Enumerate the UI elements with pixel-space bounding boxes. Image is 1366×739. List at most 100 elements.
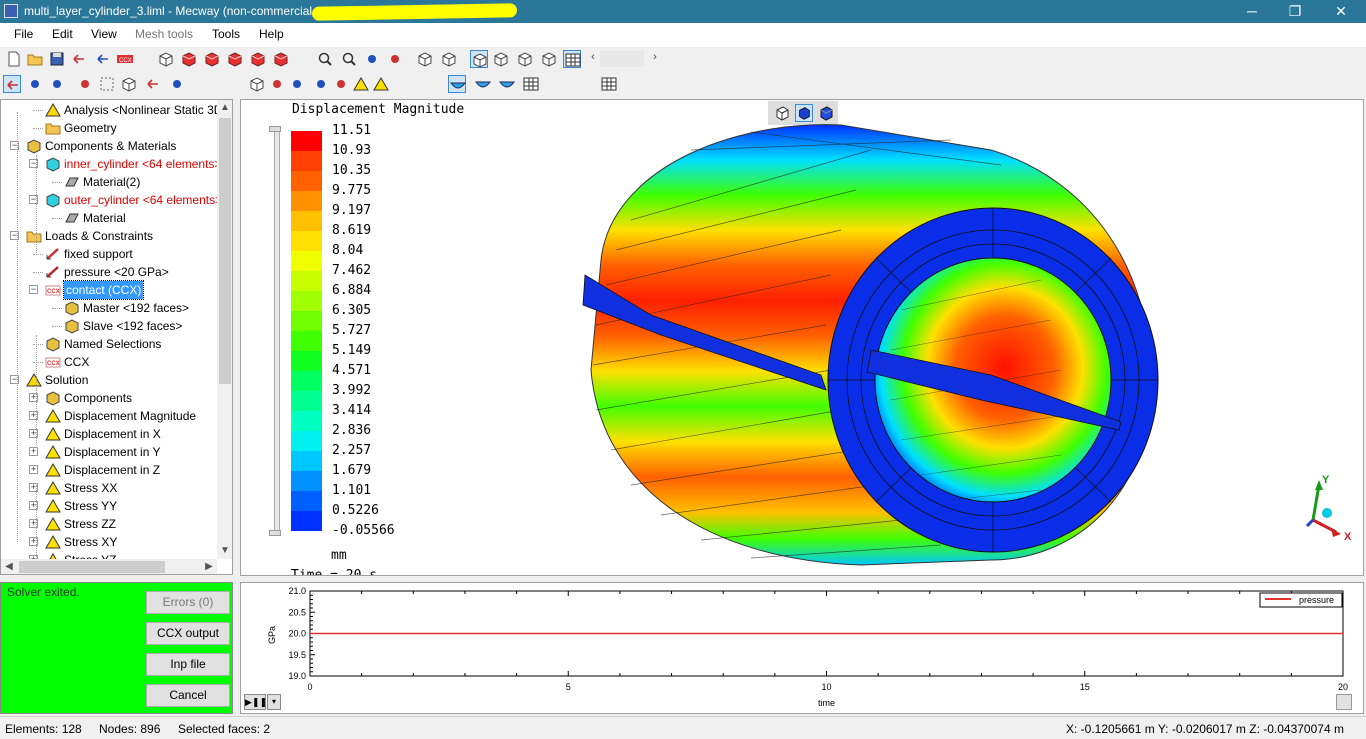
- zoom-icon[interactable]: [340, 50, 358, 68]
- measure-icon[interactable]: [332, 75, 350, 93]
- ccx-run-icon[interactable]: CCX: [116, 50, 134, 68]
- tree-item-label: Solution: [45, 373, 89, 387]
- menu-file[interactable]: File: [14, 27, 33, 41]
- folder-icon: [45, 120, 61, 136]
- view-left-icon[interactable]: [226, 50, 244, 68]
- legend-range-slider[interactable]: [274, 128, 280, 533]
- pan-icon[interactable]: [386, 50, 404, 68]
- legend-swatch: [291, 191, 322, 211]
- model-viewport[interactable]: Displacement Magnitude 11.51 10.93 10.35 9.…: [240, 99, 1364, 576]
- new-file-icon[interactable]: [5, 50, 23, 68]
- zoom-fit-icon[interactable]: [316, 50, 334, 68]
- collapse-icon[interactable]: −: [29, 285, 38, 294]
- extrude-icon[interactable]: [248, 75, 266, 93]
- box-select-icon[interactable]: [98, 75, 116, 93]
- legend-value-label: 9.775: [332, 183, 372, 198]
- select-faces-icon[interactable]: [76, 75, 94, 93]
- view-isometric-icon[interactable]: [157, 50, 175, 68]
- tree-item-label: Named Selections: [64, 337, 162, 351]
- select-visible-icon[interactable]: [416, 50, 434, 68]
- tree-guide-line: [36, 155, 37, 255]
- vector-icon[interactable]: [474, 75, 492, 93]
- slider-bottom-knob[interactable]: [269, 530, 281, 536]
- transform-icon[interactable]: [168, 75, 186, 93]
- expand-icon[interactable]: +: [29, 465, 38, 474]
- view-front-icon[interactable]: [180, 50, 198, 68]
- cylinder-model[interactable]: [571, 110, 1171, 570]
- tree-hscroll-thumb[interactable]: [19, 561, 165, 573]
- rotate-icon[interactable]: [363, 50, 381, 68]
- tree-vertical-scrollbar[interactable]: ▲ ▼: [217, 100, 232, 559]
- menu-tools[interactable]: Tools: [212, 27, 240, 41]
- cancel-button[interactable]: Cancel: [146, 684, 230, 707]
- menu-view[interactable]: View: [91, 27, 117, 41]
- tree-connector: [33, 128, 43, 129]
- play-pause-button[interactable]: ▶❚❚: [244, 694, 267, 710]
- toolbar-scroll-right-icon[interactable]: ›: [648, 51, 662, 67]
- cut-plane-icon[interactable]: [498, 75, 516, 93]
- outline-icon[interactable]: [540, 50, 558, 68]
- deformed-icon[interactable]: [372, 75, 390, 93]
- split-icon[interactable]: [288, 75, 306, 93]
- tree-connector: [33, 110, 43, 111]
- tree-connector: [52, 182, 62, 183]
- contour-icon[interactable]: [448, 75, 466, 93]
- animation-icon[interactable]: [522, 75, 540, 93]
- triangle-icon[interactable]: [352, 75, 370, 93]
- wireframe-icon[interactable]: [470, 50, 488, 68]
- toolbar-scroll-left-icon[interactable]: ‹: [586, 51, 600, 67]
- ccx-output-button[interactable]: CCX output: [146, 622, 230, 645]
- slider-top-knob[interactable]: [269, 126, 281, 132]
- select-arrow-icon[interactable]: [3, 75, 21, 93]
- fixed-support-icon: [45, 246, 61, 262]
- scroll-right-icon[interactable]: ▶: [201, 559, 217, 574]
- play-options-dropdown[interactable]: ▾: [267, 694, 281, 710]
- solver-status: Solver exited.: [7, 585, 80, 599]
- errors-button[interactable]: Errors (0): [146, 591, 230, 614]
- toolbar-overflow-area: [600, 51, 644, 67]
- save-icon[interactable]: [48, 50, 66, 68]
- menu-mesh-tools[interactable]: Mesh tools: [135, 27, 193, 41]
- tree-horizontal-scrollbar[interactable]: ◀ ▶: [1, 559, 217, 574]
- redo-icon[interactable]: [94, 50, 112, 68]
- select-element-icon[interactable]: [48, 75, 66, 93]
- menu-edit[interactable]: Edit: [52, 27, 73, 41]
- legend-value-label: -0.05566: [332, 523, 395, 538]
- minimize-button[interactable]: ─: [1229, 0, 1275, 23]
- merge-icon[interactable]: [268, 75, 286, 93]
- view-back-icon[interactable]: [203, 50, 221, 68]
- tree-item-label: Slave <192 faces>: [83, 319, 183, 333]
- scroll-down-icon[interactable]: ▼: [217, 543, 232, 559]
- surface-icon[interactable]: [492, 50, 510, 68]
- view-right-icon[interactable]: [249, 50, 267, 68]
- refine-icon[interactable]: [312, 75, 330, 93]
- select-node-icon[interactable]: [26, 75, 44, 93]
- mesh-icon[interactable]: [563, 50, 581, 68]
- select-mode-icon[interactable]: [440, 50, 458, 68]
- tree-item-label: CCX: [64, 355, 90, 369]
- undo-icon[interactable]: [70, 50, 88, 68]
- scroll-up-icon[interactable]: ▲: [217, 100, 232, 116]
- svg-text:CCX: CCX: [47, 361, 60, 367]
- legend-swatch: [291, 331, 322, 351]
- legend-value-label: 5.149: [332, 343, 372, 358]
- shaded-icon[interactable]: [516, 50, 534, 68]
- table-icon[interactable]: [600, 75, 618, 93]
- legend-value-label: 7.462: [332, 263, 372, 278]
- graph-resize-handle[interactable]: [1336, 694, 1352, 710]
- close-button[interactable]: ✕: [1318, 0, 1364, 23]
- tree-guide-line: [36, 485, 37, 565]
- hide-icon[interactable]: [120, 75, 138, 93]
- open-folder-icon[interactable]: [26, 50, 44, 68]
- inp-file-button[interactable]: Inp file: [146, 653, 230, 676]
- expand-icon[interactable]: +: [29, 447, 38, 456]
- legend-value-label: 2.257: [332, 443, 372, 458]
- result-icon: [45, 444, 61, 460]
- scroll-left-icon[interactable]: ◀: [1, 559, 17, 574]
- menu-help[interactable]: Help: [259, 27, 284, 41]
- tree-vscroll-thumb[interactable]: [219, 118, 231, 384]
- maximize-button[interactable]: ❐: [1272, 0, 1318, 23]
- delete-icon[interactable]: [144, 75, 162, 93]
- tree-connector: [52, 326, 62, 327]
- view-top-icon[interactable]: [272, 50, 290, 68]
